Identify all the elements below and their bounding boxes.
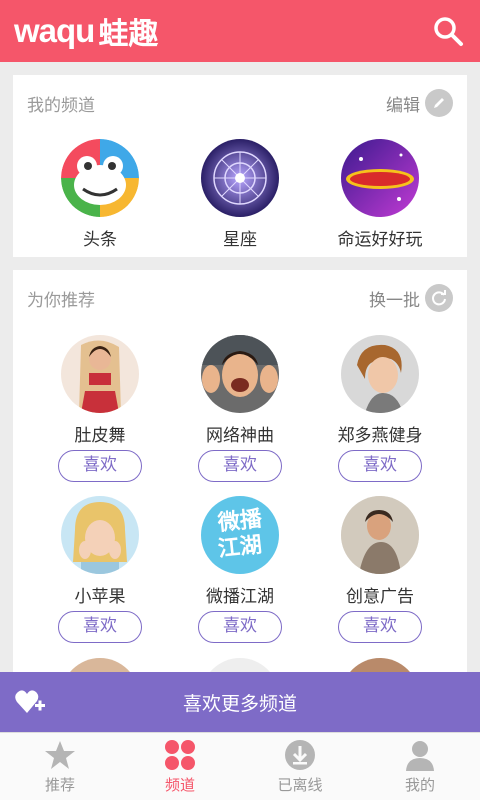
my-channels-card: 我的频道 编辑 头条 星座 命运好好玩 <box>13 75 467 257</box>
recommend-card: 为你推荐 换一批 肚皮舞 喜欢 网络神曲 喜欢 郑多燕健身 喜欢 小苹果 喜欢 … <box>13 270 467 736</box>
frog-logo-icon <box>61 139 139 217</box>
app-header: waqu 蛙趣 <box>0 0 480 62</box>
edit-button[interactable]: 编辑 <box>386 89 453 117</box>
recommend-item[interactable]: 郑多燕健身 喜欢 <box>310 335 450 482</box>
channel-name: 头条 <box>83 230 117 250</box>
like-button[interactable]: 喜欢 <box>58 611 142 643</box>
belly-dance-thumbnail <box>61 335 139 413</box>
creative-ad-thumbnail <box>341 496 419 574</box>
recommend-item[interactable]: 创意广告 喜欢 <box>310 496 450 643</box>
grid-dots-icon <box>165 740 195 770</box>
item-name: 小苹果 <box>74 587 126 607</box>
recommend-item[interactable]: 小苹果 喜欢 <box>30 496 170 643</box>
my-channels-title: 我的频道 <box>27 95 95 116</box>
item-name: 网络神曲 <box>206 426 274 446</box>
search-icon[interactable] <box>432 15 464 47</box>
item-name: 郑多燕健身 <box>337 426 423 446</box>
like-button[interactable]: 喜欢 <box>198 450 282 482</box>
refresh-label: 换一批 <box>369 290 420 311</box>
heart-plus-icon <box>14 688 46 716</box>
fortune-show-icon <box>341 139 419 217</box>
recommend-item[interactable]: 肚皮舞 喜欢 <box>30 335 170 482</box>
recommend-item[interactable]: 网络神曲 喜欢 <box>170 335 310 482</box>
logo-cn-text: 蛙趣 <box>98 17 159 52</box>
logo-text: waqu <box>14 12 95 49</box>
tab-recommend[interactable]: 推荐 <box>0 733 120 800</box>
like-button[interactable]: 喜欢 <box>338 450 422 482</box>
refresh-button[interactable]: 换一批 <box>369 284 453 312</box>
like-button[interactable]: 喜欢 <box>338 611 422 643</box>
item-name: 创意广告 <box>346 587 414 607</box>
little-apple-thumbnail <box>61 496 139 574</box>
download-icon <box>285 740 315 770</box>
person-icon <box>406 741 434 771</box>
more-channels-bar[interactable]: 喜欢更多频道 <box>0 672 480 732</box>
item-name: 肚皮舞 <box>74 426 126 446</box>
recommend-title: 为你推荐 <box>27 290 95 311</box>
channel-item[interactable]: 命运好好玩 <box>310 139 450 250</box>
tab-offline[interactable]: 已离线 <box>240 733 360 800</box>
tab-label: 已离线 <box>277 776 323 794</box>
weibo-jianghu-thumbnail: 微播 江湖 <box>201 496 279 574</box>
channel-item[interactable]: 星座 <box>170 139 310 250</box>
tab-label: 频道 <box>164 776 195 794</box>
like-button[interactable]: 喜欢 <box>198 611 282 643</box>
more-channels-label: 喜欢更多频道 <box>182 692 297 715</box>
tab-channels[interactable]: 频道 <box>120 733 240 800</box>
refresh-icon <box>425 284 453 312</box>
like-button[interactable]: 喜欢 <box>58 450 142 482</box>
star-icon <box>45 741 75 769</box>
tab-label: 我的 <box>404 776 435 794</box>
edit-label: 编辑 <box>386 95 420 116</box>
pencil-icon <box>425 89 453 117</box>
zodiac-wheel-icon <box>201 139 279 217</box>
channel-name: 命运好好玩 <box>337 230 423 250</box>
tab-mine[interactable]: 我的 <box>360 733 480 800</box>
bottom-tab-bar: 推荐 频道 已离线 我的 <box>0 732 480 800</box>
channel-item[interactable]: 头条 <box>30 139 170 250</box>
viral-song-thumbnail <box>201 335 279 413</box>
channel-name: 星座 <box>223 230 257 250</box>
fitness-thumbnail <box>341 335 419 413</box>
tab-label: 推荐 <box>44 776 75 794</box>
recommend-item[interactable]: 微播 江湖 微播江湖 喜欢 <box>170 496 310 643</box>
thumb-text-bottom: 江湖 <box>216 532 264 563</box>
item-name: 微播江湖 <box>206 587 274 607</box>
